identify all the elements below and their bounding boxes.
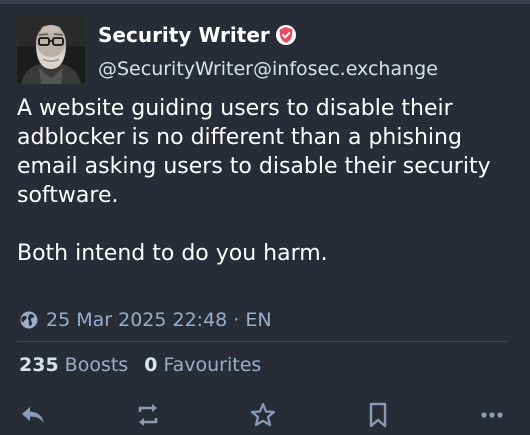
- top-separator: [0, 0, 530, 4]
- divider: [17, 341, 507, 342]
- avatar[interactable]: [17, 16, 85, 84]
- display-name-row: Security Writer: [98, 20, 297, 50]
- boosts-count: 235: [19, 354, 59, 376]
- boost-button[interactable]: [133, 400, 163, 430]
- status-language: EN: [245, 309, 272, 331]
- verified-shield-icon: [275, 24, 297, 46]
- status-timestamp[interactable]: 25 Mar 2025 22:48: [46, 309, 227, 331]
- status-content: A website guiding users to disable their…: [17, 94, 522, 268]
- status-meta: 25 Mar 2025 22:48 · EN: [19, 307, 272, 333]
- favourites-count: 0: [144, 354, 158, 376]
- more-icon: [480, 411, 504, 419]
- bookmark-button[interactable]: [363, 400, 393, 430]
- favourites-count-link[interactable]: 0 Favourites: [144, 354, 261, 376]
- status-header: Security Writer @SecurityWriter@infosec.…: [17, 16, 517, 86]
- bookmark-icon: [366, 401, 390, 429]
- status-stats: 235 Boosts 0 Favourites: [19, 352, 277, 378]
- star-icon: [249, 401, 277, 429]
- boosts-label: Boosts: [64, 354, 129, 376]
- favourites-label: Favourites: [163, 354, 262, 376]
- more-button[interactable]: [477, 400, 507, 430]
- status-paragraph: Both intend to do you harm.: [17, 241, 328, 266]
- reply-icon: [20, 404, 46, 426]
- display-name[interactable]: Security Writer: [98, 23, 270, 47]
- favourite-button[interactable]: [248, 400, 278, 430]
- meta-separator: ·: [233, 309, 240, 331]
- reply-button[interactable]: [18, 400, 48, 430]
- account-handle[interactable]: @SecurityWriter@infosec.exchange: [98, 58, 438, 80]
- boosts-count-link[interactable]: 235 Boosts: [19, 354, 128, 376]
- action-bar: [0, 396, 530, 435]
- status-paragraph: A website guiding users to disable their…: [17, 96, 491, 208]
- boost-icon: [134, 402, 162, 428]
- avatar-image: [17, 16, 85, 84]
- globe-icon: [19, 310, 39, 330]
